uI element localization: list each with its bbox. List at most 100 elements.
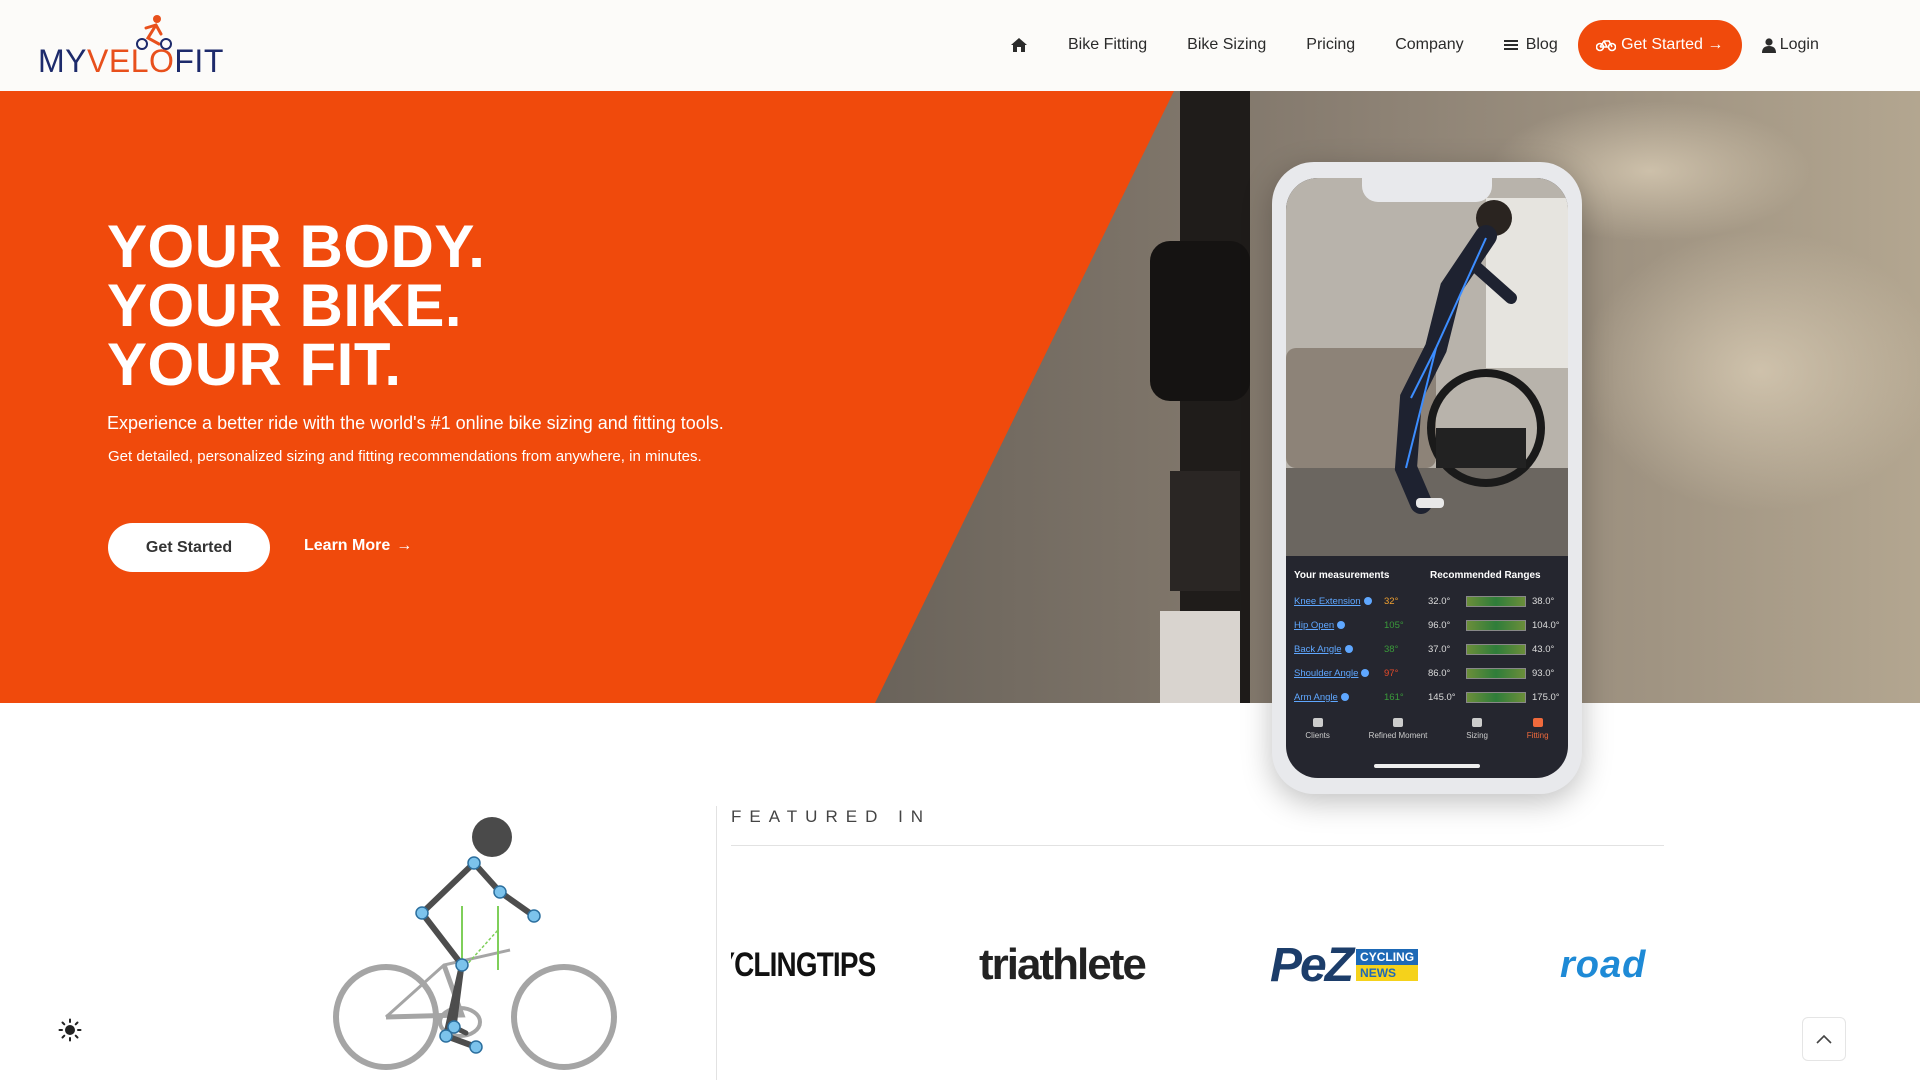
measurement-value: 97° (1384, 667, 1399, 679)
nav-login-link[interactable]: Login (1761, 36, 1819, 54)
sun-icon (58, 1018, 82, 1042)
logo-wordmark: MYVELOFIT (38, 45, 224, 77)
road-logo[interactable]: road (1560, 930, 1646, 1000)
measurement-name: Hip Open (1294, 619, 1335, 631)
phone-tab-bar: Clients Refined Moment Sizing Fitting (1286, 718, 1568, 758)
measurement-link[interactable]: Shoulder Angle (1294, 668, 1384, 679)
tab-refined-moment[interactable]: Refined Moment (1368, 718, 1428, 758)
help-icon[interactable] (1344, 644, 1353, 653)
hero-description: Get detailed, personalized sizing and fi… (108, 448, 702, 465)
measurement-link[interactable]: Hip Open (1294, 620, 1384, 631)
tab-clients[interactable]: Clients (1305, 718, 1330, 758)
measurement-link[interactable]: Back Angle (1294, 644, 1384, 655)
range-min: 145.0° (1428, 691, 1456, 703)
measurement-row: Shoulder Angle 97° 86.0° 93.0° (1294, 661, 1562, 685)
logo-fit: FIT (174, 43, 224, 79)
measurement-name: Back Angle (1294, 643, 1342, 655)
measurement-value: 161° (1384, 691, 1404, 703)
pez-badge: CYCLING NEWS (1356, 949, 1419, 981)
cyclingtips-logo[interactable]: CYCLINGTIPS (731, 930, 876, 1000)
user-icon (1761, 37, 1776, 53)
nav-get-started-button[interactable]: Get Started → (1577, 20, 1742, 70)
nav-blog-label: Blog (1525, 36, 1558, 53)
section-divider (716, 806, 717, 1080)
top-navigation: MYVELOFIT Bike Fitting Bike Sizing Prici… (0, 0, 1920, 91)
range-bar (1466, 643, 1526, 655)
range-max: 38.0° (1532, 595, 1555, 607)
measurement-row: Knee Extension 32° 32.0° 38.0° (1294, 589, 1562, 613)
hero-title-line-2: YOUR BIKE. (107, 272, 463, 339)
tab-sizing-label: Sizing (1466, 731, 1488, 740)
range-bar (1466, 667, 1526, 679)
help-icon[interactable] (1340, 692, 1349, 701)
measurement-value: 38° (1384, 643, 1399, 655)
clients-icon (1312, 718, 1323, 727)
range-max: 43.0° (1532, 643, 1555, 655)
chevron-up-icon (1816, 1034, 1832, 1044)
pez-badge-bottom: NEWS (1356, 965, 1419, 981)
theme-toggle-button[interactable] (58, 1018, 82, 1042)
range-min: 86.0° (1428, 667, 1451, 679)
measurements-header: Your measurements Recommended Ranges (1294, 570, 1562, 581)
measurement-name: Shoulder Angle (1294, 667, 1359, 679)
help-icon[interactable] (1361, 668, 1370, 677)
featured-divider-line (731, 845, 1664, 846)
range-bar (1466, 691, 1526, 703)
tab-clients-label: Clients (1305, 731, 1330, 740)
nav-get-started-label: Get Started → (1621, 36, 1724, 53)
bicycle-icon (1596, 40, 1617, 52)
nav-home-link[interactable] (1010, 37, 1028, 53)
logo-velo: VELO (87, 43, 175, 79)
hero-title-line-3: YOUR FIT. (107, 331, 402, 398)
measurement-row: Arm Angle 161° 145.0° 175.0° (1294, 685, 1562, 709)
pez-cycling-news-logo[interactable]: PeZ CYCLING NEWS (1270, 930, 1419, 1000)
measurement-link[interactable]: Knee Extension (1294, 596, 1384, 607)
nav-bike-fitting[interactable]: Bike Fitting (1068, 36, 1147, 54)
nav-bike-sizing[interactable]: Bike Sizing (1187, 36, 1266, 54)
myvelofit-logo[interactable]: MYVELOFIT (38, 14, 223, 80)
nav-blog[interactable]: Blog (1503, 36, 1558, 54)
hero-learn-more-link[interactable]: Learn More → (304, 537, 412, 555)
help-icon[interactable] (1363, 596, 1372, 605)
rider-on-trainer-photo (1286, 178, 1568, 556)
tab-refined-moment-label: Refined Moment (1368, 731, 1428, 740)
hero-title: YOUR BODY. YOUR BIKE. YOUR FIT. (107, 213, 486, 398)
col-recommended-ranges: Recommended Ranges (1430, 570, 1541, 581)
home-icon (1011, 38, 1027, 52)
ruler-icon (1472, 718, 1483, 727)
tab-sizing[interactable]: Sizing (1466, 718, 1488, 758)
range-max: 104.0° (1532, 619, 1560, 631)
bike-fit-illustration (333, 817, 617, 1070)
pez-wordmark: PeZ (1270, 938, 1354, 992)
hero-title-line-1: YOUR BODY. (107, 213, 486, 280)
col-your-measurements: Your measurements (1294, 570, 1390, 581)
tab-fitting-label: Fitting (1526, 731, 1549, 740)
nav-pricing[interactable]: Pricing (1306, 36, 1355, 54)
learn-more-label: Learn More (304, 537, 391, 554)
measurement-name: Arm Angle (1294, 691, 1338, 703)
scroll-to-top-button[interactable] (1802, 1017, 1846, 1061)
home-indicator (1374, 764, 1480, 768)
hero-subtitle: Experience a better ride with the world'… (107, 413, 724, 433)
range-min: 32.0° (1428, 595, 1451, 607)
help-icon[interactable] (1337, 620, 1346, 629)
nav-menu: Bike Fitting Bike Sizing Pricing Company… (1010, 20, 1819, 70)
range-bar (1466, 619, 1526, 631)
hero-section: YOUR BODY. YOUR BIKE. YOUR FIT. Experien… (0, 91, 1920, 703)
range-max: 93.0° (1532, 667, 1555, 679)
measurement-row: Hip Open 105° 96.0° 104.0° (1294, 613, 1562, 637)
range-bar (1466, 595, 1526, 607)
bicycle-icon (1532, 718, 1543, 727)
arrow-right-icon: → (396, 537, 413, 554)
logo-my: MY (38, 43, 87, 79)
pez-badge-top: CYCLING (1356, 949, 1419, 965)
menu-icon (1503, 40, 1518, 50)
phone-mockup: Your measurements Recommended Ranges Kne… (1272, 162, 1582, 794)
nav-login-label: Login (1779, 36, 1819, 53)
nav-company[interactable]: Company (1395, 36, 1463, 54)
measurement-link[interactable]: Arm Angle (1294, 692, 1384, 703)
triathlete-logo[interactable]: triathlete (979, 930, 1147, 1000)
hero-get-started-button[interactable]: Get Started (108, 523, 270, 572)
tab-fitting[interactable]: Fitting (1527, 718, 1549, 758)
range-min: 37.0° (1428, 643, 1451, 655)
